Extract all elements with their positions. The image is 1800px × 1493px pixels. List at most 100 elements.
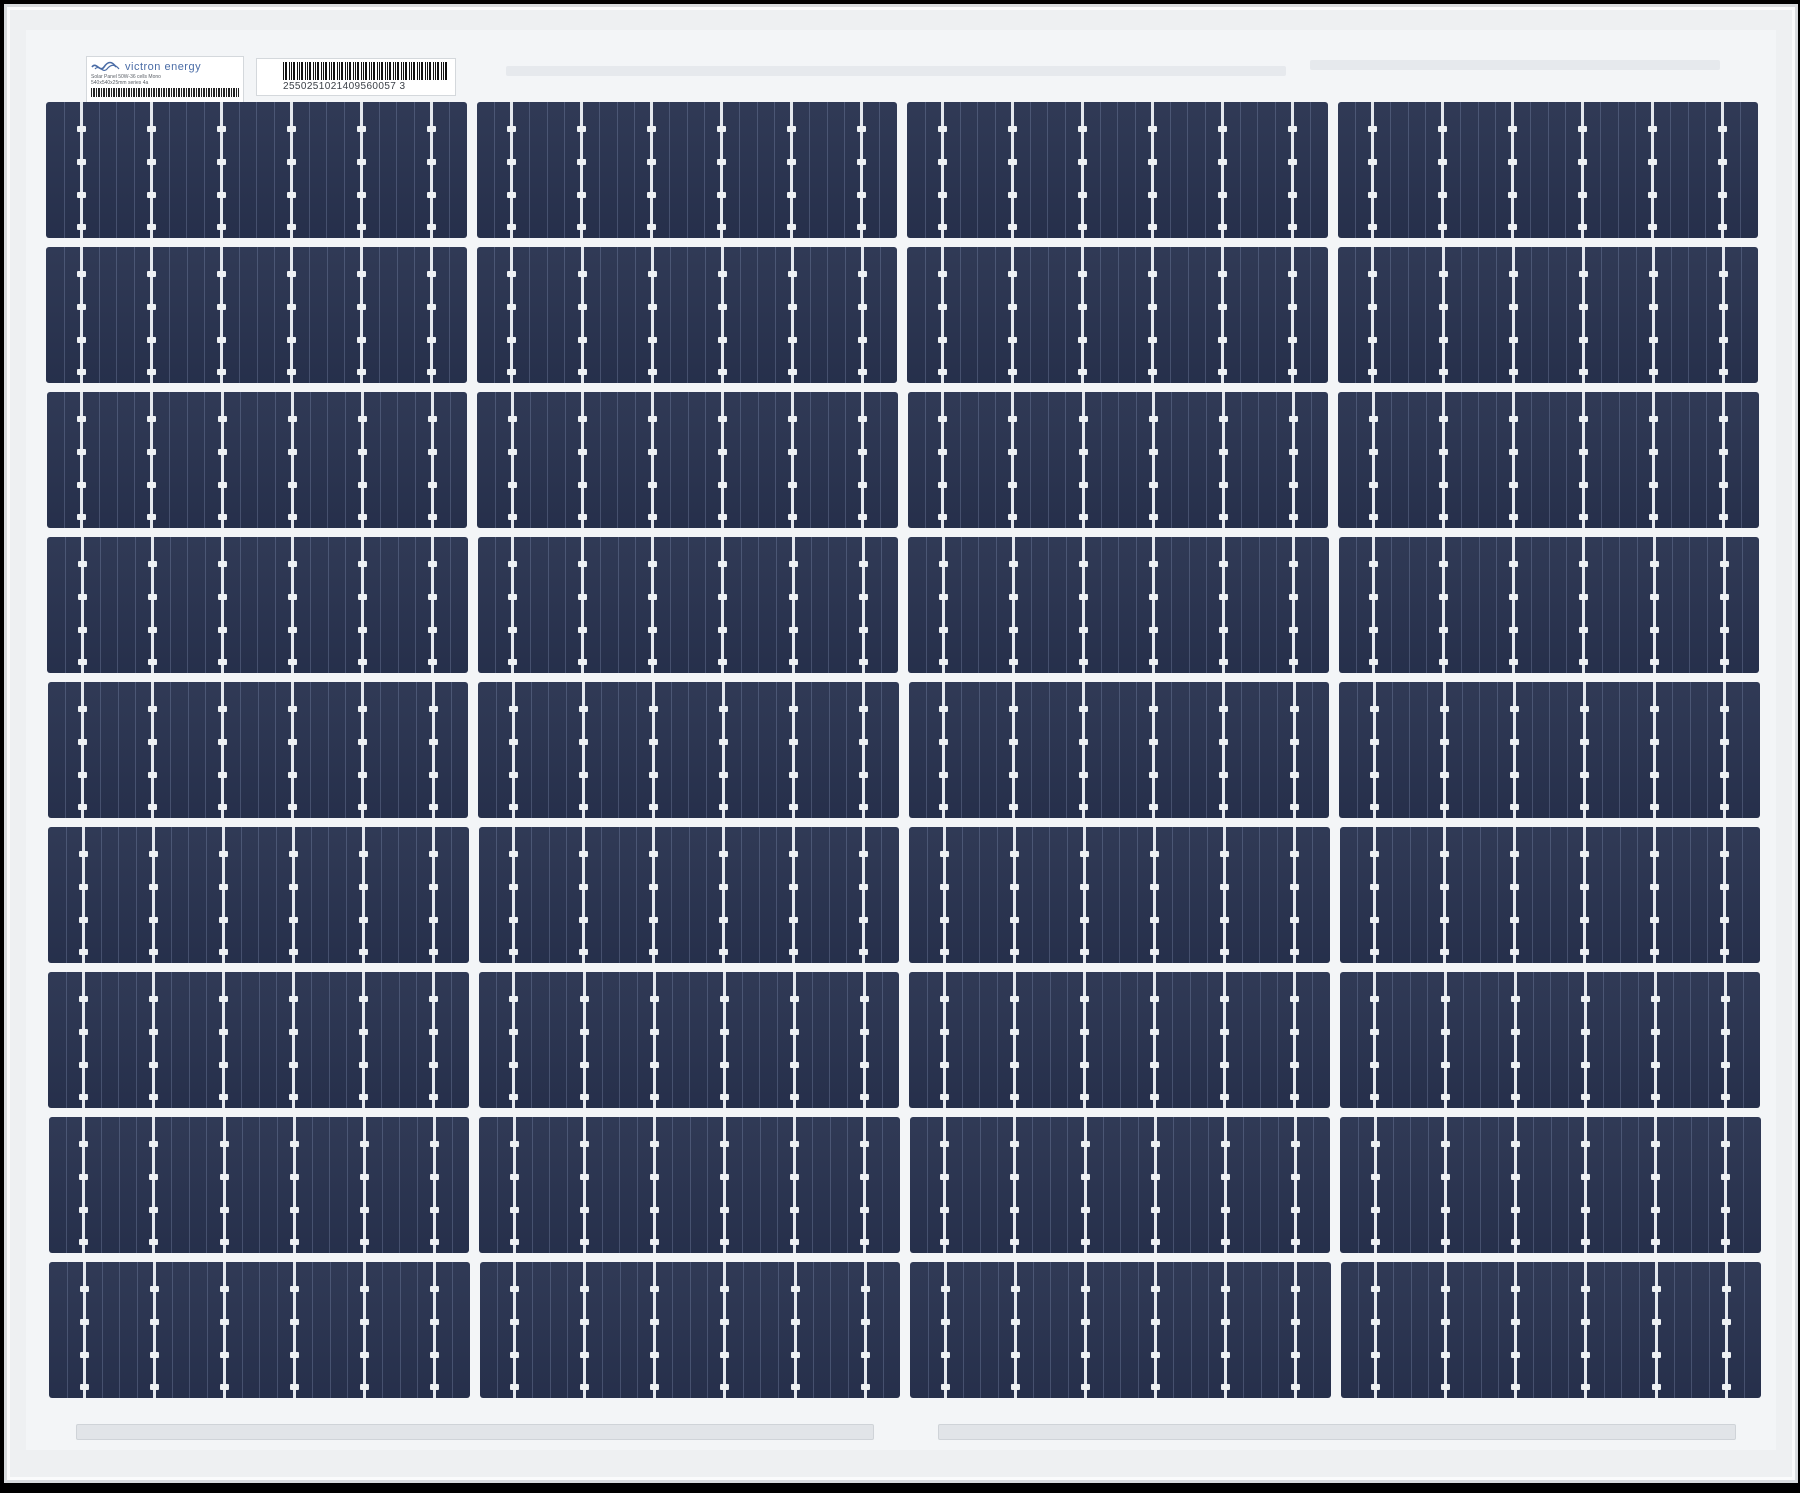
- busbar-tab: [1010, 1239, 1020, 1246]
- cell-finger: [531, 972, 533, 1108]
- cell-finger: [1276, 827, 1278, 963]
- busbar-tab: [1650, 949, 1660, 956]
- busbar-tab: [1217, 126, 1227, 133]
- busbar-tab: [1078, 369, 1088, 376]
- busbar-tab: [790, 1141, 800, 1148]
- busbar-tab: [1150, 996, 1160, 1003]
- busbar-tab: [1718, 191, 1728, 198]
- busbar-tab: [1368, 416, 1378, 423]
- busbar-tab: [1218, 481, 1228, 488]
- cell-finger: [1567, 972, 1569, 1108]
- busbar-tab: [148, 771, 158, 778]
- cell-finger: [1566, 392, 1568, 528]
- cell-finger: [1206, 537, 1208, 673]
- busbar-tab: [509, 996, 519, 1003]
- cell-finger: [117, 537, 119, 673]
- cell-busbar: [1724, 1262, 1728, 1398]
- cell-busbar: [721, 392, 725, 528]
- busbar-tab: [1218, 416, 1228, 423]
- cell-finger: [549, 1117, 551, 1253]
- busbar-tab: [78, 706, 88, 713]
- busbar-tab: [1721, 1141, 1731, 1148]
- busbar-tab: [287, 561, 297, 568]
- cell-busbar: [1512, 392, 1515, 528]
- busbar-tab: [1217, 191, 1227, 198]
- busbar-tab: [1008, 304, 1018, 311]
- busbar-tab: [1287, 191, 1297, 198]
- barcode-icon: [283, 62, 447, 80]
- cell-busbar: [862, 827, 866, 963]
- cell-finger: [1407, 102, 1409, 238]
- busbar-tab: [1511, 1174, 1520, 1181]
- busbar-tab: [1080, 996, 1090, 1003]
- busbar-tab: [788, 449, 798, 456]
- cell-finger: [828, 682, 830, 818]
- busbar-tab: [358, 706, 368, 713]
- cell-busbar: [580, 392, 584, 528]
- cell-busbar: [653, 1117, 656, 1253]
- busbar-tab: [219, 1319, 229, 1326]
- cell-finger: [1032, 972, 1034, 1108]
- busbar-tab: [1511, 1286, 1521, 1293]
- cell-finger: [1170, 247, 1172, 383]
- busbar-tab: [1370, 916, 1380, 923]
- busbar-tab: [358, 626, 368, 633]
- cell-finger: [1425, 392, 1427, 528]
- cell-finger: [1049, 1117, 1051, 1253]
- busbar-tab: [1080, 1206, 1090, 1213]
- cell-busbar: [1221, 392, 1225, 528]
- cell-busbar: [723, 1117, 727, 1253]
- cell-finger: [925, 392, 927, 528]
- cell-finger: [496, 827, 498, 963]
- cell-finger: [1048, 682, 1050, 818]
- busbar-tab: [577, 159, 587, 166]
- busbar-tab: [76, 304, 86, 311]
- busbar-tab: [1370, 1029, 1380, 1036]
- busbar-tab: [1509, 416, 1518, 423]
- busbar-tab: [940, 1319, 950, 1326]
- busbar-tab: [1080, 1319, 1090, 1326]
- cell-busbar: [651, 392, 654, 528]
- busbar-tab: [578, 771, 588, 778]
- busbar-tab: [719, 851, 729, 858]
- cell-finger: [617, 537, 619, 673]
- cell-busbar: [941, 537, 945, 673]
- busbar-tab: [1220, 1141, 1230, 1148]
- busbar-tab: [1579, 771, 1589, 778]
- busbar-tab: [860, 1319, 870, 1326]
- busbar-tab: [217, 514, 227, 521]
- cell-finger: [774, 102, 776, 238]
- cell-busbar: [651, 682, 655, 818]
- cell-busbar: [1010, 102, 1014, 238]
- cell-busbar: [292, 1117, 296, 1253]
- busbar-tab: [357, 304, 367, 311]
- busbar-tab: [1008, 336, 1018, 343]
- cell-busbar: [1724, 1117, 1728, 1253]
- cell-busbar: [720, 102, 724, 238]
- cell-finger: [99, 392, 101, 528]
- busbar-tab: [577, 191, 587, 198]
- busbar-tab: [939, 804, 949, 811]
- cell-finger: [276, 972, 278, 1108]
- busbar-tab: [1078, 336, 1088, 343]
- busbar-tab: [288, 916, 298, 923]
- cell-busbar: [1220, 102, 1224, 238]
- busbar-tab: [1217, 224, 1227, 231]
- cell-finger: [1240, 392, 1242, 528]
- cell-finger: [1171, 682, 1173, 818]
- cell-finger: [1741, 392, 1743, 528]
- busbar-tab: [429, 1029, 439, 1036]
- cell-finger: [564, 392, 566, 528]
- busbar-tab: [360, 1319, 370, 1326]
- busbar-tab: [649, 916, 659, 923]
- cell-busbar: [149, 102, 153, 238]
- cell-finger: [707, 1262, 709, 1398]
- cell-finger: [451, 972, 453, 1108]
- cell-finger: [1205, 392, 1207, 528]
- cell-busbar: [1371, 247, 1375, 383]
- busbar-tab: [1289, 804, 1299, 811]
- solar-cell: [476, 102, 897, 238]
- busbar-tab: [1009, 884, 1019, 891]
- busbar-tab: [1221, 1351, 1231, 1358]
- cell-busbar: [359, 102, 363, 238]
